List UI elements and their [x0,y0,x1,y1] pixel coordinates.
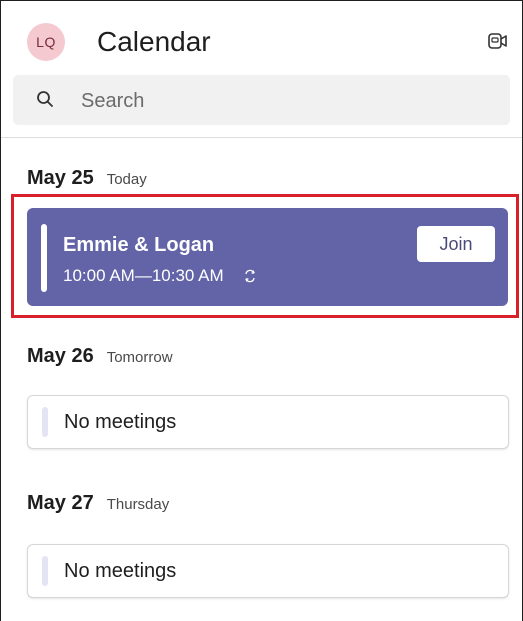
empty-color-bar [42,556,48,586]
no-meetings-text: No meetings [64,560,177,582]
day-header-thursday: May 27 Thursday [27,492,169,515]
day-label: Tomorrow [106,349,173,366]
empty-color-bar [42,407,48,437]
header: LQ Calendar [1,1,522,73]
no-meetings-text: No meetings [64,411,177,433]
search-input[interactable] [79,83,483,119]
selection-highlight [11,194,519,318]
divider [1,137,522,138]
day-date: May 26 [27,345,94,367]
day-header-tomorrow: May 26 Tomorrow [27,345,173,368]
page-title: Calendar [97,26,211,57]
day-date: May 27 [27,492,94,514]
day-label: Thursday [106,496,170,513]
search-bar[interactable] [13,75,510,125]
avatar-initials: LQ [36,34,56,50]
no-meetings-card[interactable]: No meetings [27,395,509,449]
no-meetings-card[interactable]: No meetings [27,544,509,598]
video-meet-icon[interactable] [486,29,510,53]
avatar[interactable]: LQ [27,23,65,61]
day-date: May 25 [27,167,94,189]
day-label: Today [106,171,147,188]
day-header-today: May 25 Today [27,167,147,190]
app-frame: LQ Calendar May 25 Today Emmie & Logan 1… [0,0,523,621]
search-icon [37,91,53,107]
